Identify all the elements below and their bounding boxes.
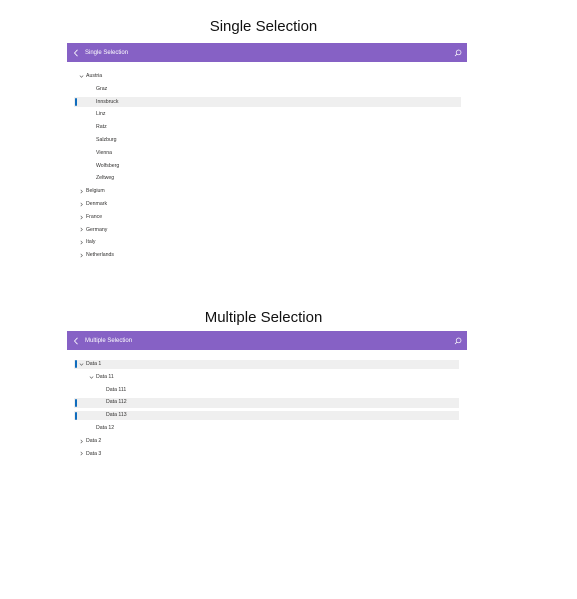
tree-item-label: Data 113 <box>106 412 127 419</box>
single-selection-header: Single Selection <box>67 43 467 62</box>
tree-item-label: Ratz <box>96 124 107 131</box>
back-chevron-left-icon[interactable] <box>67 43 85 62</box>
search-icon[interactable] <box>449 331 467 350</box>
selection-indicator <box>75 411 77 420</box>
chevron-down-icon[interactable] <box>77 70 85 83</box>
multiple-selection-title: Multiple Selection <box>204 309 323 326</box>
tree-item[interactable]: Denmark <box>0 198 577 211</box>
tree-item-label: Germany <box>86 226 108 233</box>
tree-item-label: Data 11 <box>96 373 114 380</box>
tree-item[interactable]: Data 12 <box>0 422 577 435</box>
tree-item-label: Netherlands <box>86 252 114 259</box>
selection-indicator <box>75 97 77 106</box>
tree-item-label: Data 12 <box>96 424 115 431</box>
selected-row-highlight <box>74 359 459 370</box>
tree-item[interactable]: Data 3 <box>0 448 577 461</box>
chevron-right-icon[interactable] <box>77 185 85 198</box>
chevron-right-icon[interactable] <box>77 448 85 461</box>
tree-item[interactable]: Netherlands <box>0 249 577 262</box>
search-icon[interactable] <box>449 43 467 62</box>
tree-item-label: Data 111 <box>106 386 127 393</box>
tree-item-label: Wolfsberg <box>96 162 120 169</box>
selection-indicator <box>75 398 77 407</box>
tree-item[interactable]: Data 1 <box>0 358 577 371</box>
tree-item[interactable]: Innsbruck <box>0 96 577 109</box>
tree-item[interactable]: Austria <box>0 70 577 83</box>
tree-item-label: Austria <box>86 73 103 79</box>
chevron-right-icon[interactable] <box>77 249 85 262</box>
tree-item-label: Data 3 <box>86 450 102 457</box>
tree-item[interactable]: Germany <box>0 224 577 237</box>
tree-item-label: Denmark <box>86 200 108 207</box>
tree-item-label: Belgium <box>86 188 105 195</box>
tree-item[interactable]: Salzburg <box>0 134 577 147</box>
tree-item[interactable]: Ratz <box>0 121 577 134</box>
single-selection-title: Single Selection <box>209 18 318 35</box>
chevron-down-icon[interactable] <box>77 358 85 371</box>
multiple-selection-header-title: Multiple Selection <box>85 337 133 344</box>
tree-item[interactable]: Data 111 <box>0 384 577 397</box>
single-selection-tree: Austria Graz Innsbruck Linz Ratz Salzburg Vien… <box>0 70 577 262</box>
tree-item-label: Vienna <box>96 149 113 156</box>
chevron-right-icon[interactable] <box>77 236 85 249</box>
chevron-right-icon[interactable] <box>77 211 85 224</box>
tree-item[interactable]: Belgium <box>0 185 577 198</box>
tree-item-label: Linz <box>96 111 106 118</box>
tree-item[interactable]: Data 113 <box>0 409 577 422</box>
tree-item[interactable]: Linz <box>0 108 577 121</box>
multiple-selection-header: Multiple Selection <box>67 331 467 350</box>
tree-item[interactable]: France <box>0 211 577 224</box>
tree-item-label: Data 112 <box>106 399 127 406</box>
tree-item-label: Salzburg <box>96 136 117 143</box>
chevron-right-icon[interactable] <box>77 435 85 448</box>
tree-item-label: Data 2 <box>86 437 102 444</box>
chevron-right-icon[interactable] <box>77 224 85 237</box>
tree-item-label: France <box>86 213 103 220</box>
tree-item-label: Innsbruck <box>96 98 119 105</box>
tree-item[interactable]: Data 112 <box>0 396 577 409</box>
multiple-selection-tree: Data 1 Data 11 Data 111 Data 112 Data 113 Dat… <box>0 358 577 460</box>
tree-item[interactable]: Italy <box>0 236 577 249</box>
tree-item[interactable]: Vienna <box>0 147 577 160</box>
tree-item-label: Italy <box>86 239 96 246</box>
tree-item[interactable]: Zeltweg <box>0 172 577 185</box>
tree-item[interactable]: Graz <box>0 83 577 96</box>
tree-item-label: Data 1 <box>86 361 102 367</box>
tree-item[interactable]: Data 11 <box>0 371 577 384</box>
chevron-down-icon[interactable] <box>87 371 95 384</box>
tree-item[interactable]: Data 2 <box>0 435 577 448</box>
tree-item[interactable]: Wolfsberg <box>0 160 577 173</box>
tree-item-label: Graz <box>96 85 108 92</box>
chevron-right-icon[interactable] <box>77 198 85 211</box>
tree-item-label: Zeltweg <box>96 175 115 182</box>
selected-row-highlight <box>74 410 459 421</box>
selected-row-highlight <box>74 97 461 107</box>
single-selection-header-title: Single Selection <box>85 49 129 56</box>
selected-row-highlight <box>74 397 459 408</box>
back-chevron-left-icon[interactable] <box>67 331 85 350</box>
